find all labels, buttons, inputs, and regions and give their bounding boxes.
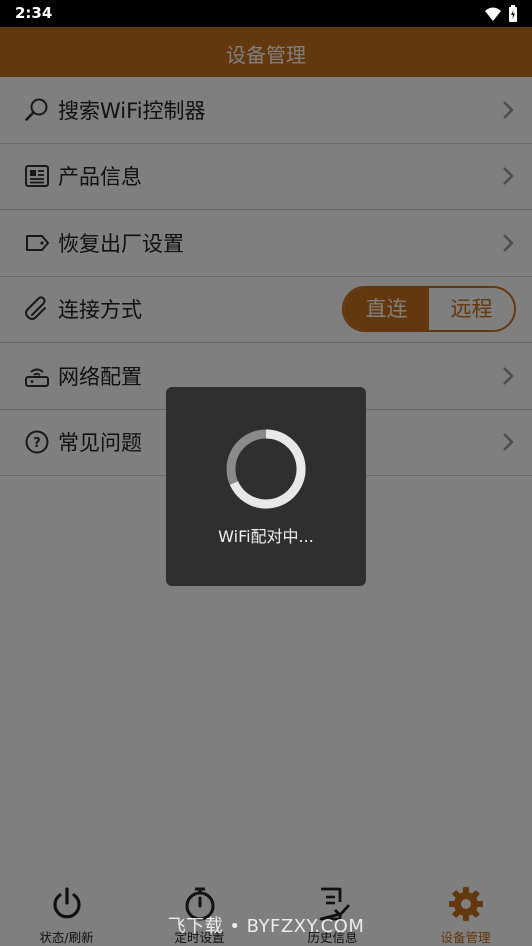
loading-dialog: WiFi配对中... xyxy=(166,387,366,586)
loading-spinner-icon xyxy=(226,429,306,509)
wifi-icon xyxy=(485,7,501,21)
status-bar: 2:34 xyxy=(0,0,532,27)
status-time: 2:34 xyxy=(15,4,53,22)
battery-icon xyxy=(509,5,517,22)
loading-message: WiFi配对中... xyxy=(218,527,314,546)
status-icons xyxy=(484,5,518,23)
watermark-text: 飞下载 • BYFZXY.COM xyxy=(167,916,365,937)
